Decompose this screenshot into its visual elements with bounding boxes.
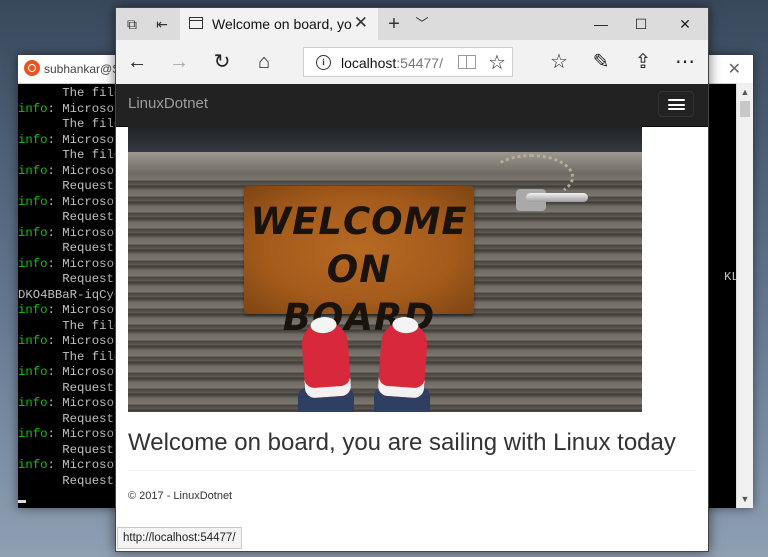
more-icon[interactable]: ⋯ — [672, 49, 698, 75]
reading-view-icon[interactable] — [458, 55, 476, 69]
share-icon[interactable]: ⇪ — [630, 49, 656, 75]
log-level: info — [18, 132, 48, 147]
refresh-icon[interactable]: ↻ — [209, 49, 235, 75]
log-text: : Microsof — [47, 458, 122, 472]
ubuntu-icon — [24, 60, 40, 76]
page-footer: © 2017 - LinuxDotnet — [128, 490, 233, 502]
log-level: info — [18, 303, 48, 317]
log-text: : Microsof — [47, 225, 122, 240]
log-text: : Microsof — [47, 132, 122, 147]
log-text: : Microsof — [47, 334, 122, 348]
log-level: info — [18, 256, 48, 271]
close-window-icon[interactable]: ✕ — [662, 13, 708, 35]
close-icon[interactable]: ✕ — [728, 59, 741, 79]
log-text: : Microsof — [47, 396, 122, 410]
new-tab-icon[interactable]: + — [384, 14, 404, 34]
close-icon[interactable]: ✕ — [354, 13, 368, 33]
menu-toggle-button[interactable] — [658, 91, 694, 117]
log-level: info — [18, 427, 48, 441]
hamburger-bar — [668, 99, 685, 101]
log-level: info — [18, 225, 48, 240]
log-text: Request — [18, 473, 114, 488]
terminal-scrollbar[interactable]: ▲ ▼ — [736, 83, 753, 508]
hero-image: WELCOME ON BOARD — [128, 126, 642, 412]
hub-icon[interactable]: ☆ — [546, 49, 572, 75]
tab-title: Welcome on board, you — [212, 16, 352, 32]
welcome-mat-line: ON BOARD — [282, 248, 436, 339]
address-bar[interactable]: i localhost:54477/ ☆ — [303, 47, 513, 77]
log-text: The file — [18, 117, 122, 131]
log-text: Request — [18, 380, 114, 395]
page-icon — [189, 17, 203, 29]
edge-browser-window[interactable]: ⧉ ⇤ Welcome on board, you ✕ + ﹀ — ☐ ✕ ← … — [115, 7, 709, 552]
tab-bar: ⧉ ⇤ Welcome on board, you ✕ + ﹀ — ☐ ✕ — [116, 8, 708, 40]
scroll-up-icon[interactable]: ▲ — [737, 85, 753, 99]
log-level: info — [18, 396, 48, 410]
cleat-bar — [526, 193, 588, 202]
log-level: info — [18, 334, 48, 348]
welcome-mat-text: WELCOME ON BOARD — [244, 198, 474, 342]
back-arrow-icon[interactable]: ← — [124, 49, 150, 75]
log-level: info — [18, 163, 48, 178]
log-text: Request — [18, 411, 114, 426]
tab-active[interactable]: Welcome on board, you ✕ — [180, 8, 378, 40]
web-note-icon[interactable]: ✎ — [588, 49, 614, 75]
log-level: info — [18, 194, 48, 209]
home-icon[interactable]: ⌂ — [251, 49, 277, 75]
url-port: :54477/ — [396, 55, 443, 71]
terminal-title: subhankar@S — [44, 62, 121, 76]
welcome-mat-line: WELCOME — [250, 200, 468, 243]
red-sneaker-left — [300, 320, 352, 399]
hamburger-bar — [668, 103, 685, 106]
log-text: : Microsof — [47, 427, 122, 441]
log-level: info — [18, 365, 48, 379]
log-level: info — [18, 458, 48, 472]
log-text: The file — [18, 349, 122, 364]
log-text: The file — [18, 318, 122, 333]
forward-arrow-icon[interactable]: → — [166, 49, 192, 75]
log-text: : Microsof — [47, 303, 122, 317]
set-aside-tabs-icon[interactable]: ⇤ — [152, 14, 172, 34]
log-level: info — [18, 101, 48, 116]
log-text: : Microsof — [47, 365, 122, 379]
log-text: : Microsof — [47, 163, 122, 178]
cursor — [18, 499, 26, 503]
url-text[interactable]: localhost:54477/ — [341, 55, 443, 71]
info-icon[interactable]: i — [316, 55, 331, 70]
log-text: The file — [18, 86, 122, 100]
log-text: The file — [18, 148, 122, 162]
red-sneaker-right — [377, 320, 429, 399]
site-navbar: LinuxDotnet — [116, 84, 708, 127]
maximize-icon[interactable]: ☐ — [618, 13, 664, 35]
welcome-mat: WELCOME ON BOARD — [244, 186, 474, 339]
web-page: LinuxDotnet WELCOME ON BOARD Welcome on … — [116, 84, 708, 551]
navigation-bar: ← → ↻ ⌂ i localhost:54477/ ☆ ☆ ✎ ⇪ ⋯ — [116, 40, 708, 85]
log-text: Request — [18, 442, 114, 457]
log-text: : Microsof — [47, 101, 122, 116]
log-text: DKO4BBaR-iqCy6 — [18, 287, 122, 302]
boat-cleat — [516, 181, 588, 211]
favorites-star-icon[interactable]: ☆ — [488, 50, 506, 75]
tab-actions-icon[interactable]: ⧉ — [122, 14, 142, 34]
log-text: Request — [18, 272, 114, 286]
scrollbar-thumb[interactable] — [740, 101, 750, 117]
log-text: : Microsof — [47, 194, 122, 209]
chevron-down-icon[interactable]: ﹀ — [412, 14, 432, 34]
water — [128, 126, 642, 152]
log-text: Request — [18, 179, 114, 193]
url-host: localhost — [341, 55, 397, 71]
status-bar-url: http://localhost:54477/ — [117, 527, 242, 549]
page-headline: Welcome on board, you are sailing with L… — [128, 429, 676, 456]
hamburger-bar — [668, 108, 685, 110]
scroll-down-icon[interactable]: ▼ — [737, 492, 753, 506]
log-text: : Microsof — [47, 256, 122, 271]
footer-divider — [128, 470, 696, 471]
log-text: Request — [18, 241, 114, 255]
site-brand[interactable]: LinuxDotnet — [128, 95, 208, 112]
log-text: Request — [18, 210, 114, 224]
